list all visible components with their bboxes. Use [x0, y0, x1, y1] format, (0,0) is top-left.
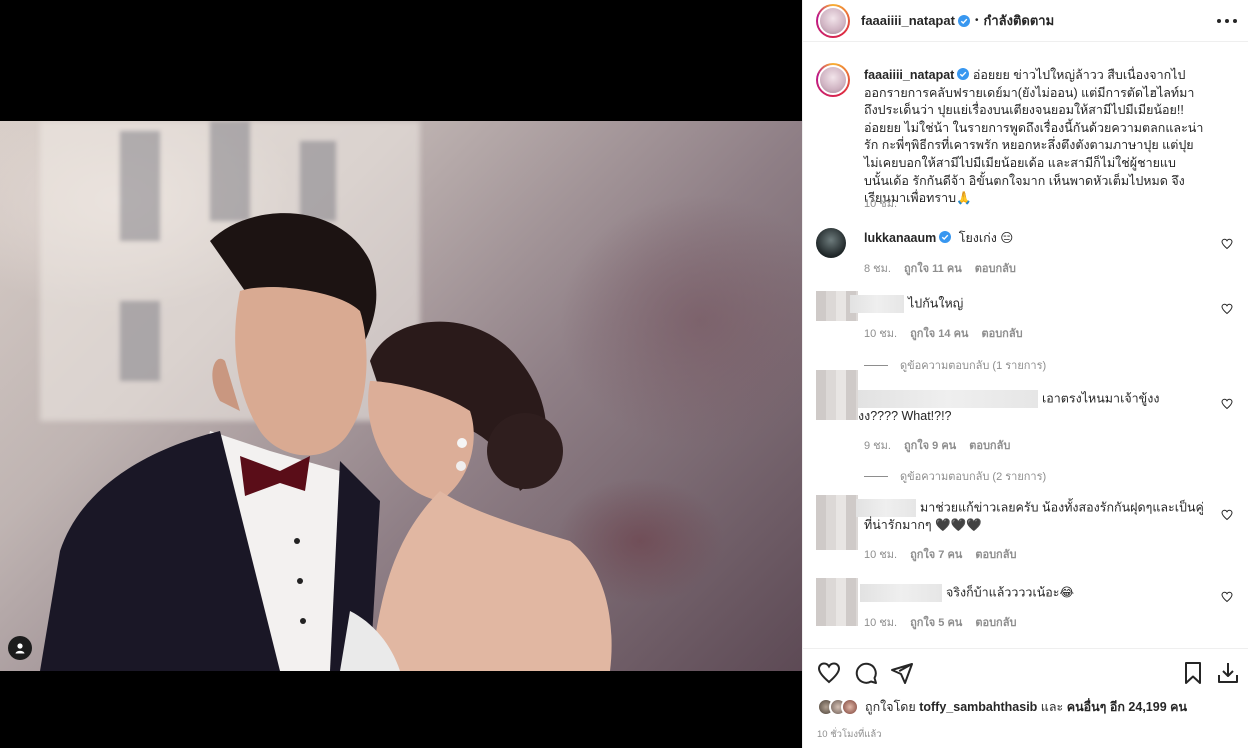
reply-button[interactable]: ตอบกลับ	[975, 259, 1016, 277]
like-comment-heart-icon[interactable]	[1221, 238, 1233, 250]
comment-time: 10 ชม.	[864, 328, 898, 340]
comment-meta: 8 ชม. ถูกใจ 11 คน ตอบกลับ	[864, 259, 1016, 277]
comment-body: จริงก็บ้าแล้ววววเน้อะ😂	[946, 585, 1075, 600]
reply-button[interactable]: ตอบกลับ	[969, 436, 1010, 454]
likes-prefix: ถูกใจโดย	[865, 700, 916, 714]
caption-meta: 10 ชม.	[864, 194, 897, 212]
commenter-username-blurred	[860, 584, 942, 602]
caption-time: 10 ชม.	[864, 198, 898, 210]
comment-meta: 10 ชม. ถูกใจ 5 คน ตอบกลับ	[864, 613, 1016, 631]
comment-meta: 10 ชม. ถูกใจ 14 คน ตอบกลับ	[864, 324, 1023, 342]
comment-meta: 10 ชม. ถูกใจ 7 คน ตอบกลับ	[864, 545, 1016, 563]
comment-likes[interactable]: ถูกใจ 5 คน	[910, 613, 962, 631]
likes-others-link[interactable]: คนอื่นๆ อีก 24,199 คน	[1067, 700, 1187, 714]
likes-summary: ถูกใจโดย toffy_sambahthasib และ คนอื่นๆ …	[817, 697, 1187, 717]
commenter-username-blurred	[858, 390, 1038, 408]
comment-item: ไปกันใหญ่ 10 ชม. ถูกใจ 14 คน ตอบกลับ ดูข…	[816, 291, 1233, 372]
comment-text: จริงก็บ้าแล้ววววเน้อะ😂	[860, 584, 1205, 602]
like-comment-heart-icon[interactable]	[1221, 509, 1233, 521]
caption-username[interactable]: faaaiiii_natapat	[864, 68, 954, 82]
comment-time: 9 ชม.	[864, 440, 891, 452]
post-time-ago: 10 ชั่วโมงที่แล้ว	[817, 729, 882, 740]
commenter-avatar-blurred[interactable]	[816, 495, 858, 550]
reply-button[interactable]: ตอบกลับ	[981, 324, 1022, 342]
comment-icon[interactable]	[854, 661, 878, 685]
comment-time: 10 ชม.	[864, 617, 898, 629]
like-comment-heart-icon[interactable]	[1221, 398, 1233, 410]
commenter-username[interactable]: lukkanaaum	[864, 231, 936, 245]
commenter-avatar-blurred[interactable]	[816, 578, 858, 626]
post-photo[interactable]	[0, 121, 802, 671]
comment-meta: 9 ชม. ถูกใจ 9 คน ตอบกลับ	[864, 436, 1010, 454]
comment-body: ไปกันใหญ่	[908, 296, 964, 311]
verified-badge-icon	[939, 231, 952, 243]
heart-icon[interactable]	[817, 661, 841, 685]
comment-text: ไปกันใหญ่	[850, 295, 1205, 313]
reply-button[interactable]: ตอบกลับ	[975, 613, 1016, 631]
view-replies-button[interactable]: ดูข้อความตอบกลับ (2 รายการ)	[864, 467, 1046, 485]
caption-block: faaaiiii_natapat อ่อยยย ข่าวไปใหญ่ล้าวว …	[816, 63, 1233, 213]
commenter-avatar[interactable]	[816, 228, 846, 258]
likes-joiner: และ	[1040, 700, 1064, 714]
comments-list[interactable]: faaaiiii_natapat อ่อยยย ข่าวไปใหญ่ล้าวว …	[803, 43, 1248, 647]
bookmark-icon[interactable]	[1181, 661, 1205, 685]
share-icon[interactable]	[890, 661, 914, 685]
user-tag-icon[interactable]	[8, 636, 32, 660]
post-media	[0, 0, 802, 748]
post-actions: ถูกใจโดย toffy_sambahthasib และ คนอื่นๆ …	[803, 648, 1248, 748]
comment-item: มาช่วยแก้ข่าวเลยครับ น้องทั้งสองรักกันฝุ…	[816, 495, 1233, 575]
post-header: faaaiiii_natapat • กำลังติดตาม	[803, 0, 1248, 42]
liker-username[interactable]: toffy_sambahthasib	[919, 700, 1037, 714]
following-button[interactable]: กำลังติดตาม	[983, 10, 1054, 31]
comment-likes[interactable]: ถูกใจ 11 คน	[904, 259, 962, 277]
comment-text: เอาตรงไหนมาเจ้าขู้งงงง???? What!?!?	[858, 390, 1188, 426]
like-comment-heart-icon[interactable]	[1221, 303, 1233, 315]
view-replies-label: ดูข้อความตอบกลับ (2 รายการ)	[900, 471, 1047, 483]
commenter-username-blurred	[856, 499, 916, 517]
separator-dot: •	[974, 15, 979, 26]
comment-item: เอาตรงไหนมาเจ้าขู้งงงง???? What!?!? 9 ชม…	[816, 370, 1233, 483]
comment-item: จริงก็บ้าแล้ววววเน้อะ😂 10 ชม. ถูกใจ 5 คน…	[816, 578, 1233, 638]
commenter-username-blurred	[850, 295, 904, 313]
comment-time: 8 ชม.	[864, 263, 891, 275]
like-comment-heart-icon[interactable]	[1221, 591, 1233, 603]
commenter-avatar-blurred[interactable]	[816, 370, 858, 420]
reply-button[interactable]: ตอบกลับ	[975, 545, 1016, 563]
instagram-post: faaaiiii_natapat • กำลังติดตาม faaaiiii_…	[0, 0, 1248, 748]
comment-likes[interactable]: ถูกใจ 7 คน	[910, 545, 962, 563]
comment-text: lukkanaaum โยงเก่ง 😑	[864, 230, 1205, 248]
verified-badge-icon	[957, 14, 970, 27]
author-username[interactable]: faaaiiii_natapat	[861, 13, 955, 28]
caption-body: อ่อยยย ข่าวไปใหญ่ล้าวว สืบเนื่องจากไปออก…	[864, 68, 1204, 206]
bride-figure	[340, 321, 612, 671]
caption-text: faaaiiii_natapat อ่อยยย ข่าวไปใหญ่ล้าวว …	[864, 67, 1205, 208]
author-avatar[interactable]	[816, 3, 850, 38]
comment-likes[interactable]: ถูกใจ 9 คน	[904, 436, 956, 454]
download-icon[interactable]	[1216, 661, 1240, 685]
comment-item: lukkanaaum โยงเก่ง 😑 8 ชม. ถูกใจ 11 คน ต…	[816, 228, 1233, 278]
comment-text: มาช่วยแก้ข่าวเลยครับ น้องทั้งสองรักกันฝุ…	[856, 499, 1205, 535]
comment-body: โยงเก่ง 😑	[958, 231, 1014, 245]
more-options-icon[interactable]	[1217, 12, 1237, 30]
post-side-panel: faaaiiii_natapat • กำลังติดตาม faaaiiii_…	[802, 0, 1248, 748]
author-avatar-small[interactable]	[816, 63, 850, 97]
comment-likes[interactable]: ถูกใจ 14 คน	[910, 324, 968, 342]
verified-badge-icon	[957, 68, 970, 80]
comment-time: 10 ชม.	[864, 549, 898, 561]
liker-avatar[interactable]	[841, 698, 859, 716]
